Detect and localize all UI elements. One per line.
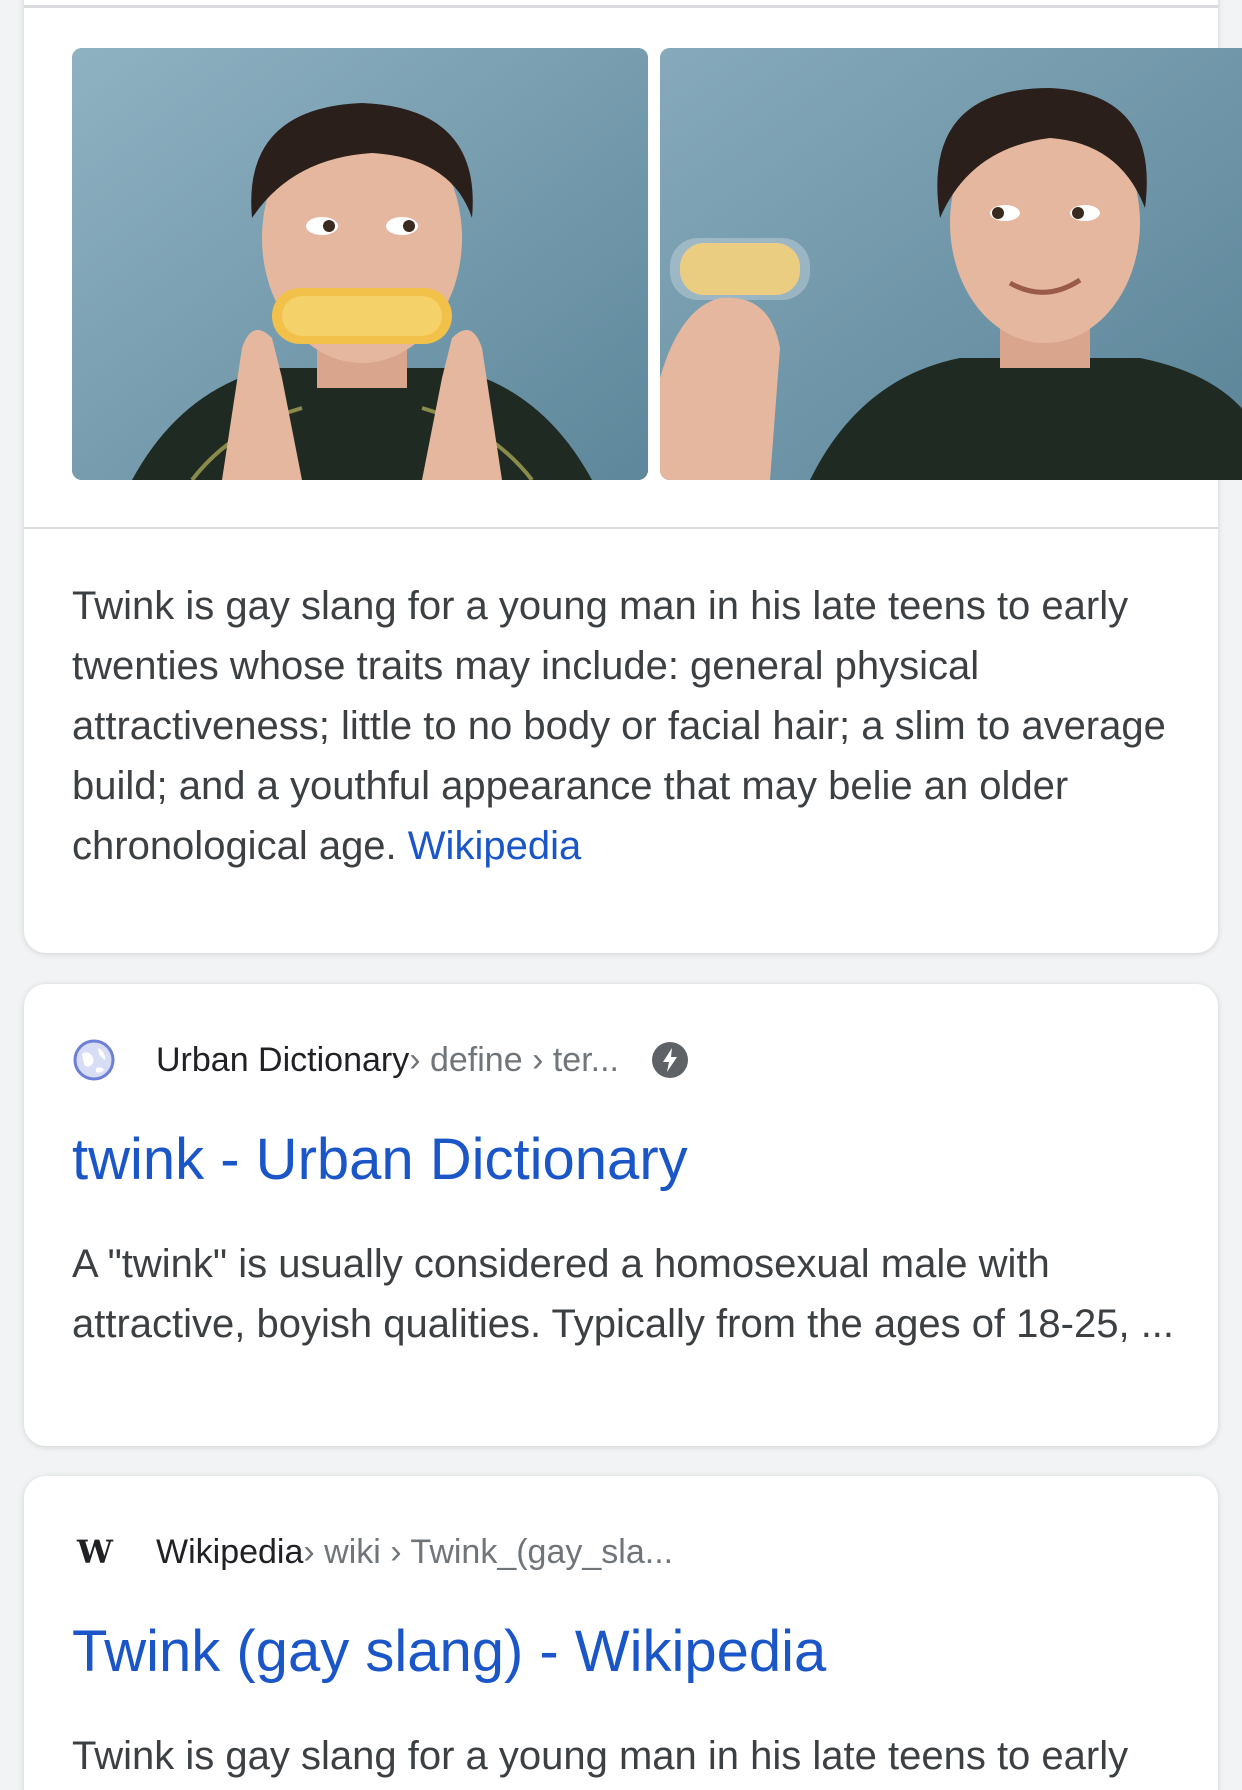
- result-breadcrumb[interactable]: Urban Dictionary › define › ter...: [72, 1030, 689, 1090]
- image-carousel[interactable]: [72, 48, 1242, 480]
- image-thumbnail[interactable]: [72, 48, 648, 480]
- result-snippet: Twink is gay slang for a young man in hi…: [72, 1734, 1129, 1778]
- search-results-page: Twink is gay slang for a young man in hi…: [0, 0, 1242, 1790]
- wikipedia-logo-letter: W: [77, 1533, 113, 1571]
- knowledge-panel-description: Twink is gay slang for a young man in hi…: [72, 576, 1182, 876]
- result-title-link[interactable]: Twink (gay slang) - Wikipedia: [72, 1616, 826, 1688]
- divider: [24, 5, 1218, 8]
- result-url-path: › define › ter...: [409, 1040, 619, 1079]
- result-title-link[interactable]: twink - Urban Dictionary: [72, 1124, 688, 1196]
- divider: [24, 527, 1218, 529]
- wikipedia-source-link[interactable]: Wikipedia: [408, 824, 581, 868]
- result-url-path: › wiki › Twink_(gay_sla...: [303, 1532, 674, 1571]
- result-snippet: A "twink" is usually considered a homose…: [72, 1242, 1175, 1346]
- knowledge-panel-card: Twink is gay slang for a young man in hi…: [24, 0, 1242, 953]
- result-site-name: Urban Dictionary: [156, 1040, 410, 1079]
- search-result-card: W Wikipedia › wiki › Twink_(gay_sla... T…: [24, 1476, 1218, 1790]
- wikipedia-icon: W: [72, 1530, 116, 1574]
- image-thumbnail[interactable]: [660, 48, 1242, 480]
- description-text: Twink is gay slang for a young man in hi…: [72, 584, 1166, 868]
- search-result-card: Urban Dictionary › define › ter... twink…: [24, 984, 1218, 1446]
- globe-icon: [72, 1038, 116, 1082]
- amp-bolt-icon: [651, 1042, 688, 1078]
- result-breadcrumb[interactable]: W Wikipedia › wiki › Twink_(gay_sla...: [72, 1522, 673, 1582]
- result-site-name: Wikipedia: [156, 1532, 304, 1571]
